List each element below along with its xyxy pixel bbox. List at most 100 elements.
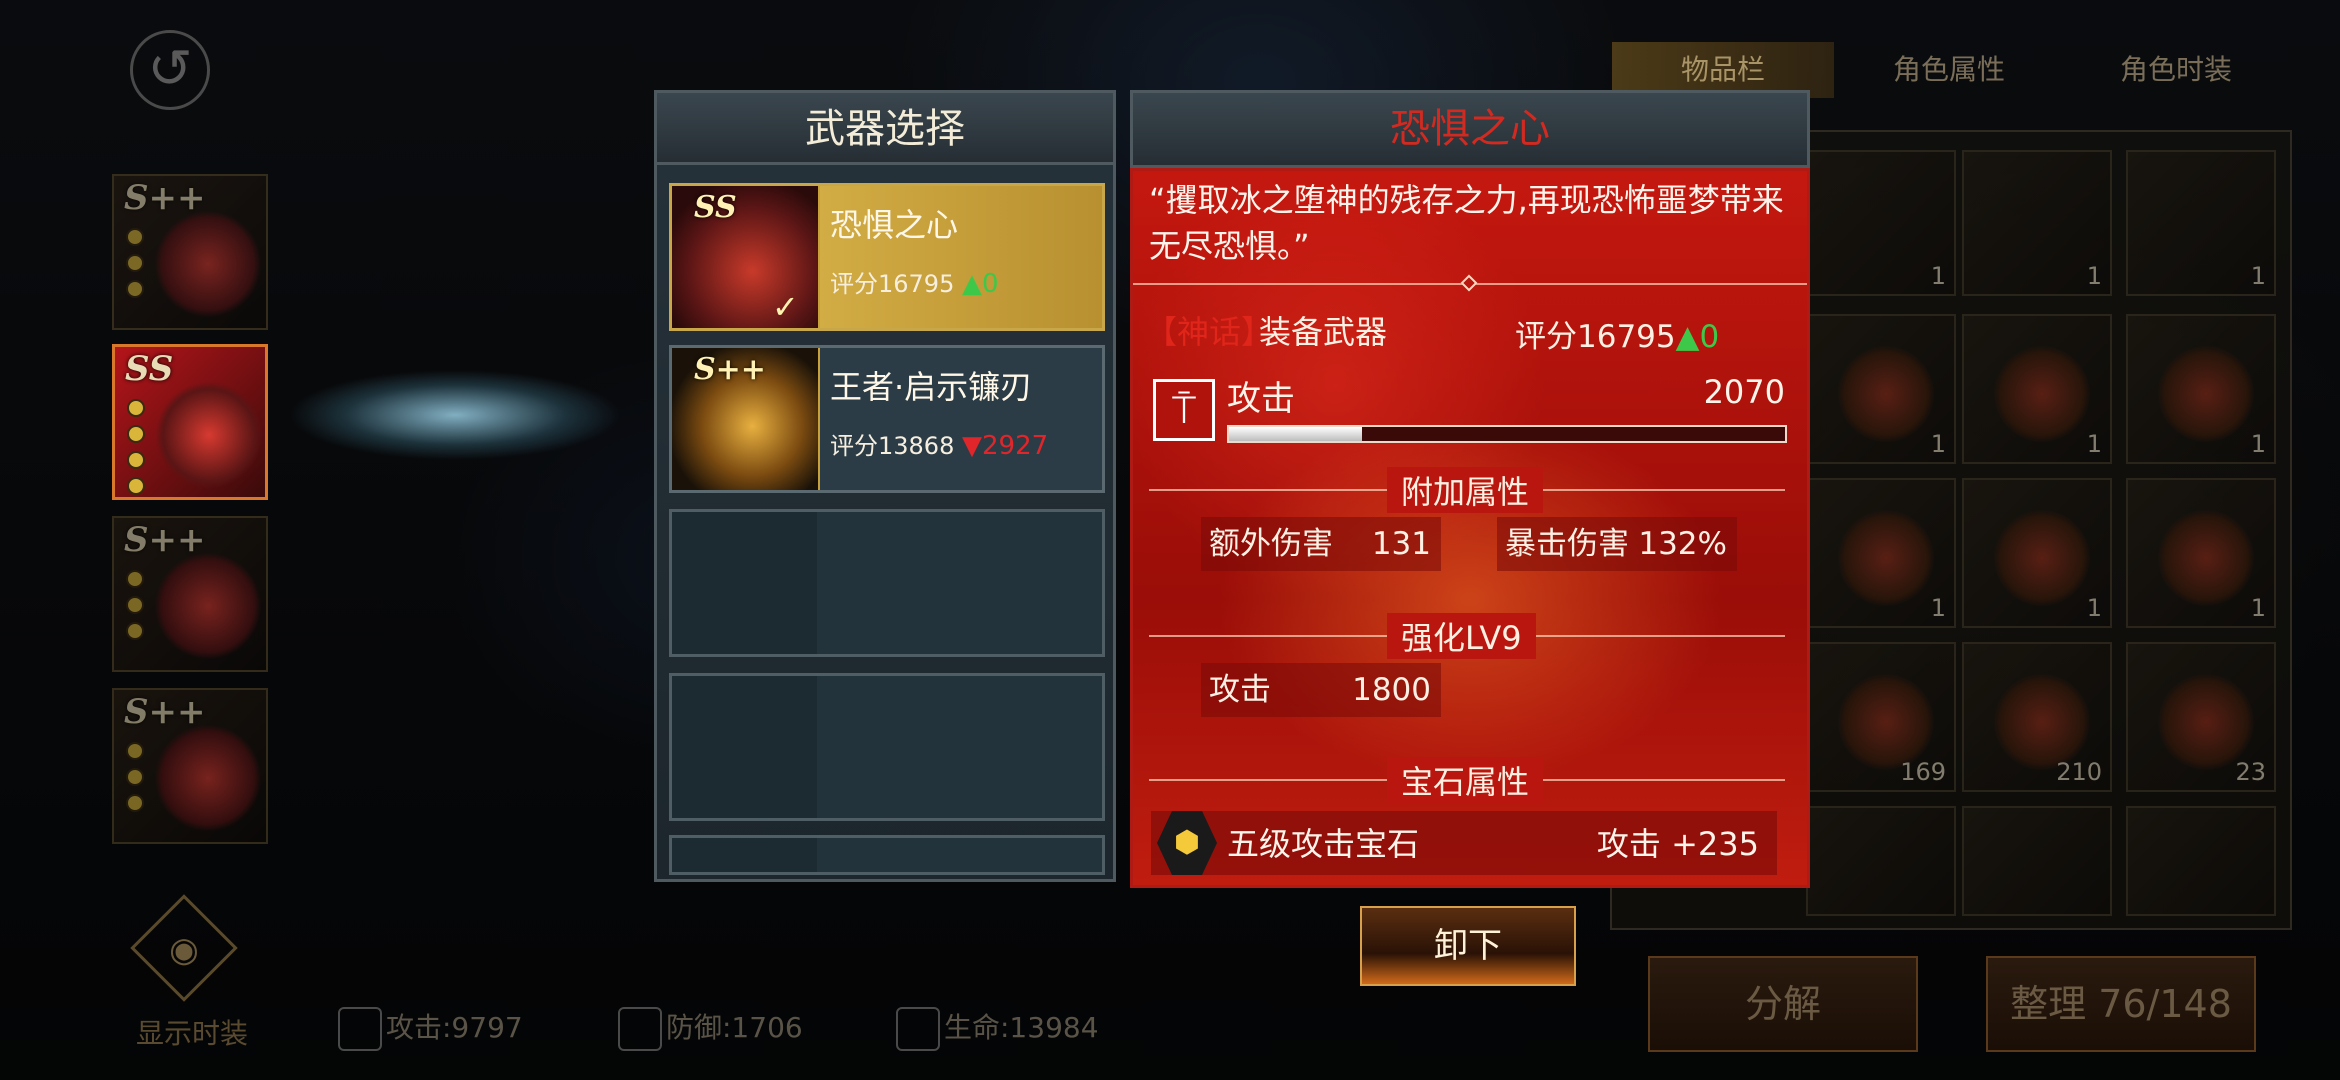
equip-slot-ring[interactable]: S++	[112, 688, 268, 844]
inventory-cell[interactable]: 1	[1806, 478, 1956, 628]
armor-icon	[2158, 346, 2254, 442]
weapon-item[interactable]: S++ 王者·启示镰刃 评分13868 ▼2927	[669, 345, 1105, 493]
gem-row: ⬢ 五级攻击宝石 攻击 +235	[1151, 811, 1777, 875]
potion-icon	[2158, 674, 2254, 770]
slot-star-dots	[126, 570, 144, 648]
equip-slot-armor[interactable]: S++	[112, 174, 268, 330]
inventory-cell[interactable]: 1	[1962, 478, 2112, 628]
main-stat-bar-fill	[1229, 427, 1363, 441]
crystal-icon	[1994, 674, 2090, 770]
enhance-title: 强化LV9	[1387, 613, 1536, 659]
item-score-delta: 0	[1699, 319, 1720, 355]
item-count: 1	[2086, 594, 2102, 622]
inventory-cell[interactable]: 1	[1806, 150, 1956, 296]
extra-attr-name: 暴击伤害	[1505, 526, 1629, 562]
extra-attributes-title: 附加属性	[1387, 467, 1544, 513]
gem-icon: ⬢	[1157, 811, 1217, 875]
up-arrow-icon: ▲	[1675, 319, 1700, 355]
item-title: 恐惧之心	[1130, 90, 1810, 168]
weapon-rank: S++	[694, 352, 766, 387]
item-count: 1	[2086, 430, 2102, 458]
item-count: 1	[1930, 594, 1946, 622]
sword-icon	[338, 1007, 382, 1051]
ring-icon	[154, 724, 262, 832]
stat-life-text: 生命:13984	[944, 1011, 1099, 1044]
item-count: 1	[1930, 262, 1946, 290]
item-count: 1	[2250, 594, 2266, 622]
inventory-cell[interactable]: 1	[1962, 150, 2112, 296]
weapon-item[interactable]: SS 恐惧之心 评分16795 ▲0 ✓	[669, 183, 1105, 331]
weapon-rank: SS	[694, 190, 737, 225]
weapon-name: 王者·启示镰刃	[830, 368, 1033, 406]
item-score: 评分16795▲0	[1515, 311, 1719, 356]
sword-icon: ⍑	[1153, 379, 1215, 441]
extra-attr-row: 额外伤害 131	[1201, 517, 1441, 571]
enhance-attr-row: 攻击 1800	[1201, 663, 1441, 717]
item-detail-panel: 恐惧之心 “攫取冰之堕神的残存之力,再现恐怖噩梦带来无尽恐惧。” 【神话】 装备…	[1130, 90, 1810, 890]
extra-attr-value: 132%	[1638, 526, 1727, 562]
main-stat-value: 2070	[1703, 373, 1785, 411]
stat-defense: 防御:1706	[618, 1003, 803, 1053]
main-stat-name: 攻击	[1227, 379, 1295, 419]
slot-star-dots	[126, 228, 144, 306]
heart-icon	[896, 1007, 940, 1051]
shield-icon	[618, 1007, 662, 1051]
inventory-cell[interactable]: 23	[2126, 642, 2276, 792]
inventory-cell[interactable]: 1	[1806, 314, 1956, 464]
weapon-score-delta: 2927	[982, 431, 1049, 461]
armor-icon	[1994, 346, 2090, 442]
stat-attack-text: 攻击:9797	[386, 1011, 523, 1044]
extra-attr-name: 额外伤害	[1209, 526, 1333, 562]
slot-rank: SS	[125, 349, 174, 389]
inventory-cell[interactable]: 1	[1962, 314, 2112, 464]
back-button[interactable]: ↺	[130, 30, 210, 110]
weapon-panel-title: 武器选择	[657, 93, 1113, 165]
item-score-text: 评分16795	[1515, 319, 1676, 355]
ring-icon	[1838, 346, 1934, 442]
eye-icon: ◉	[169, 930, 199, 970]
slot-star-dots	[127, 399, 145, 503]
extra-attr-row: 暴击伤害 132%	[1497, 517, 1737, 571]
fashion-toggle-button[interactable]: ◉	[130, 894, 242, 1010]
empty-weapon-slot	[669, 673, 1105, 821]
gem-name: 五级攻击宝石	[1227, 825, 1420, 863]
inventory-cell[interactable]: 169	[1806, 642, 1956, 792]
item-count: 210	[2056, 758, 2102, 786]
sort-button[interactable]: 整理 76/148	[1986, 956, 2256, 1052]
inventory-cell[interactable]	[1962, 806, 2112, 916]
decompose-button[interactable]: 分解	[1648, 956, 1918, 1052]
inventory-cell[interactable]: 1	[2126, 478, 2276, 628]
extra-attr-value: 131	[1371, 526, 1431, 562]
weapon-score: 评分13868 ▼2927	[830, 426, 1048, 461]
unequip-button[interactable]: 卸下	[1360, 906, 1576, 986]
gem-effect: 攻击 +235	[1596, 825, 1759, 863]
item-count: 23	[2235, 758, 2266, 786]
inventory-cell[interactable]	[2126, 806, 2276, 916]
weapon-select-panel: 武器选择 SS 恐惧之心 评分16795 ▲0 ✓ S++ 王者·启示镰刃 评分…	[654, 90, 1116, 882]
item-count: 169	[1900, 758, 1946, 786]
item-quote: “攫取冰之堕神的残存之力,再现恐怖噩梦带来无尽恐惧。”	[1149, 181, 1784, 265]
back-arrow-icon: ↺	[147, 37, 193, 100]
ring-icon	[1994, 510, 2090, 606]
enhance-attr-value: 1800	[1352, 672, 1431, 708]
inventory-cell[interactable]: 210	[1962, 642, 2112, 792]
gem-attributes-title: 宝石属性	[1387, 757, 1544, 803]
tab-character-attributes[interactable]: 角色属性	[1838, 42, 2060, 98]
divider-diamond	[1460, 274, 1478, 292]
empty-weapon-slot	[669, 835, 1105, 875]
equip-slot-helmet[interactable]: S++	[112, 516, 268, 672]
ring-icon	[1838, 510, 1934, 606]
slot-star-dots	[126, 742, 144, 820]
weapon-score-text: 评分13868	[830, 432, 955, 460]
item-count: 1	[2086, 262, 2102, 290]
mythic-tag: 【神话】	[1145, 313, 1274, 351]
fashion-toggle-label: 显示时装	[135, 1017, 248, 1050]
equip-type: 装备武器	[1259, 313, 1388, 351]
helmet-icon	[154, 552, 262, 660]
inventory-cell[interactable]: 1	[2126, 150, 2276, 296]
weapon-name: 恐惧之心	[830, 206, 959, 244]
inventory-cell[interactable]	[1806, 806, 1956, 916]
inventory-cell[interactable]: 1	[2126, 314, 2276, 464]
tab-character-fashion[interactable]: 角色时装	[2064, 42, 2288, 98]
item-count: 1	[2250, 430, 2266, 458]
